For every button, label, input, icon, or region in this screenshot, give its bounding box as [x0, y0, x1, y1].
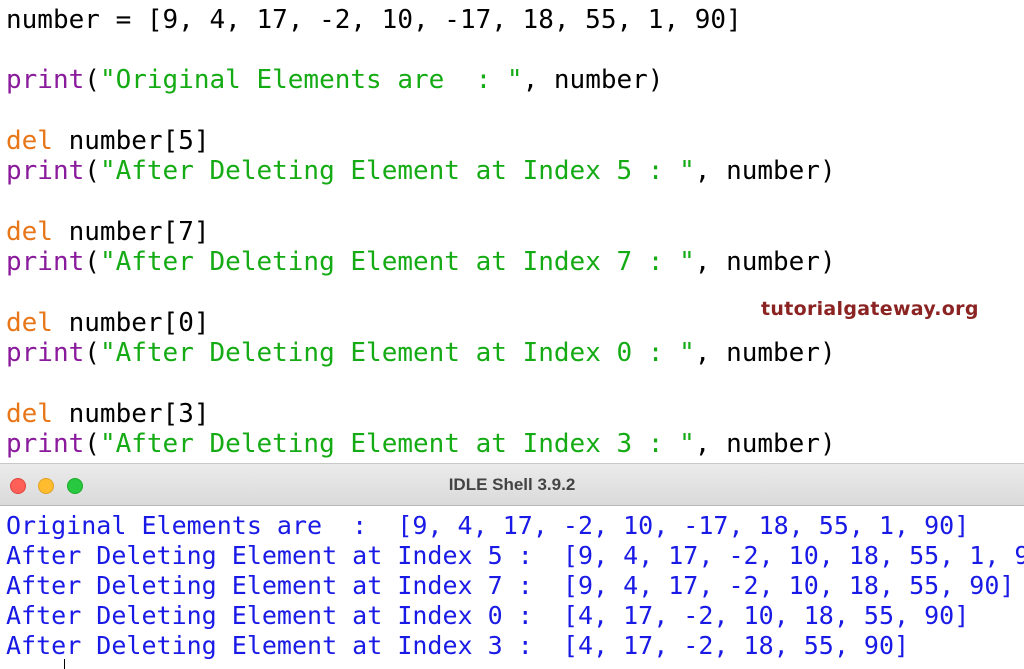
code-token: "After Deleting Element at Index 3 : " — [100, 429, 695, 459]
code-token: print — [6, 65, 84, 95]
shell-output[interactable]: Original Elements are : [9, 4, 17, -2, 1… — [0, 506, 1024, 668]
code-token: number[7] — [53, 217, 210, 247]
code-line: print("After Deleting Element at Index 5… — [6, 156, 836, 186]
code-token: print — [6, 247, 84, 277]
code-line: print("After Deleting Element at Index 0… — [6, 338, 836, 368]
code-token: "After Deleting Element at Index 7 : " — [100, 247, 695, 277]
code-line: del number[7] — [6, 217, 210, 247]
code-token: ( — [84, 65, 100, 95]
code-token: del — [6, 308, 53, 338]
watermark-logo: tutorialgateway.org — [761, 298, 979, 320]
code-token: "After Deleting Element at Index 5 : " — [100, 156, 695, 186]
code-token: number[5] — [53, 126, 210, 156]
code-token: print — [6, 156, 84, 186]
window-titlebar[interactable]: IDLE Shell 3.9.2 — [0, 463, 1024, 506]
code-editor[interactable]: number = [9, 4, 17, -2, 10, -17, 18, 55,… — [0, 0, 1024, 463]
output-line: After Deleting Element at Index 7 : [9, … — [6, 571, 1014, 601]
code-token: , number) — [695, 338, 836, 368]
output-line: Original Elements are : [9, 4, 17, -2, 1… — [6, 511, 969, 541]
code-token: "After Deleting Element at Index 0 : " — [100, 338, 695, 368]
code-line: print("After Deleting Element at Index 3… — [6, 429, 836, 459]
window-title: IDLE Shell 3.9.2 — [0, 475, 1024, 495]
code-token: del — [6, 399, 53, 429]
code-token: number[3] — [53, 399, 210, 429]
code-line: del number[5] — [6, 126, 210, 156]
code-line: number = [9, 4, 17, -2, 10, -17, 18, 55,… — [6, 5, 742, 35]
code-token: ( — [84, 156, 100, 186]
code-token: , number) — [523, 65, 664, 95]
code-token: number = [9, 4, 17, -2, 10, -17, 18, 55,… — [6, 5, 742, 35]
output-line: After Deleting Element at Index 5 : [9, … — [6, 541, 1024, 571]
code-line: print("Original Elements are : ", number… — [6, 65, 663, 95]
output-line: After Deleting Element at Index 3 : [4, … — [6, 631, 909, 661]
code-token: ( — [84, 247, 100, 277]
code-token: print — [6, 429, 84, 459]
code-line: del number[0] — [6, 308, 210, 338]
code-token: ( — [84, 429, 100, 459]
code-token: del — [6, 126, 53, 156]
code-line: del number[3] — [6, 399, 210, 429]
output-line: After Deleting Element at Index 0 : [4, … — [6, 601, 969, 631]
code-token: , number) — [695, 156, 836, 186]
code-token: , number) — [695, 247, 836, 277]
code-token: del — [6, 217, 53, 247]
code-token: , number) — [695, 429, 836, 459]
idle-shell-window: IDLE Shell 3.9.2 Original Elements are :… — [0, 463, 1024, 668]
code-token: ( — [84, 338, 100, 368]
code-token: number[0] — [53, 308, 210, 338]
code-token: print — [6, 338, 84, 368]
code-token: "Original Elements are : " — [100, 65, 523, 95]
code-line: print("After Deleting Element at Index 7… — [6, 247, 836, 277]
